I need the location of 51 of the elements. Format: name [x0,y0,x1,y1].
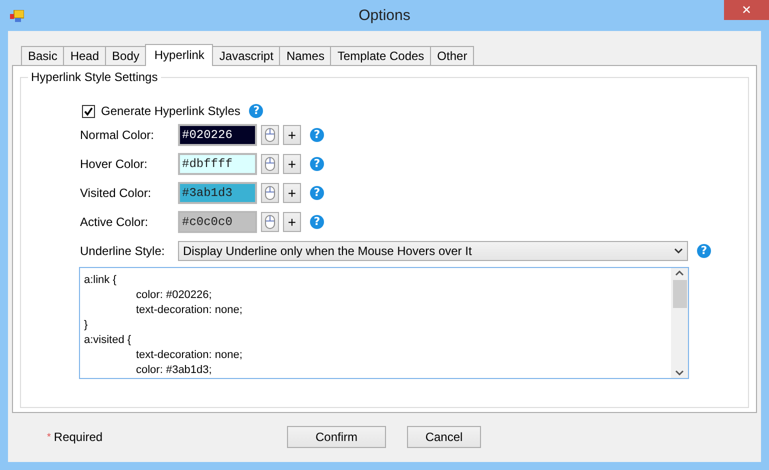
color-field[interactable]: #dbffff [178,153,257,175]
required-mark: * [47,432,51,442]
add-button[interactable]: + [283,212,301,232]
field-label: Visited Color: [80,186,152,200]
checkbox-label: Generate Hyperlink Styles [101,104,240,118]
code-line: text-decoration: none; [135,348,244,363]
mouse-icon [265,215,275,229]
chevron-down-icon [674,248,683,254]
confirm-button[interactable]: Confirm [287,426,386,448]
mouse-picker-button[interactable] [261,183,279,203]
code-line: a:visited { [84,333,132,348]
checkbox[interactable] [82,104,95,118]
window-title: Options [358,7,410,24]
color-field[interactable]: #c0c0c0 [178,211,257,233]
scroll-up-icon[interactable] [675,270,684,276]
close-button[interactable]: ✕ [724,0,769,20]
tab[interactable]: Template Codes [330,46,432,65]
mouse-icon [265,128,275,142]
tab[interactable]: Body [105,46,146,65]
field-label: Active Color: [80,215,150,229]
color-field[interactable]: #3ab1d3 [178,182,257,204]
add-button[interactable]: + [283,154,301,174]
group-title: Hyperlink Style Settings [30,70,159,84]
tab[interactable]: Other [430,46,474,65]
required-note: Required [54,430,103,444]
scroll-thumb[interactable] [672,280,686,308]
code-line: a:link { [84,273,118,288]
css-text-area[interactable]: a:link { color: #020226; text-decoration: none; } a:visited { text-decoration: none; color: #3ab1d3; [79,267,689,379]
app-icon [10,10,24,22]
underline-dropdown[interactable]: Display Underline only when the Mouse Hovers over It [178,241,688,261]
scrollbar[interactable] [671,268,688,378]
field-label: Underline Style: [80,244,166,258]
code-line: } [84,318,89,333]
field-label: Hover Color: [80,157,148,171]
mouse-picker-button[interactable] [261,125,279,145]
add-button[interactable]: + [283,125,301,145]
tab[interactable]: Javascript [212,46,280,65]
code-line: color: #3ab1d3; [135,363,213,378]
tab[interactable]: Basic [21,46,64,65]
mouse-picker-button[interactable] [261,212,279,232]
tab[interactable]: Hyperlink [145,44,214,66]
cancel-button[interactable]: Cancel [407,426,481,448]
mouse-picker-button[interactable] [261,154,279,174]
mouse-icon [265,157,275,171]
mouse-icon [265,186,275,200]
code-line: color: #020226; [135,288,213,303]
add-button[interactable]: + [283,183,301,203]
field-label: Normal Color: [80,128,156,142]
scroll-down-icon[interactable] [675,370,684,376]
color-field[interactable]: #020226 [178,124,257,146]
code-line: text-decoration: none; [135,303,244,318]
